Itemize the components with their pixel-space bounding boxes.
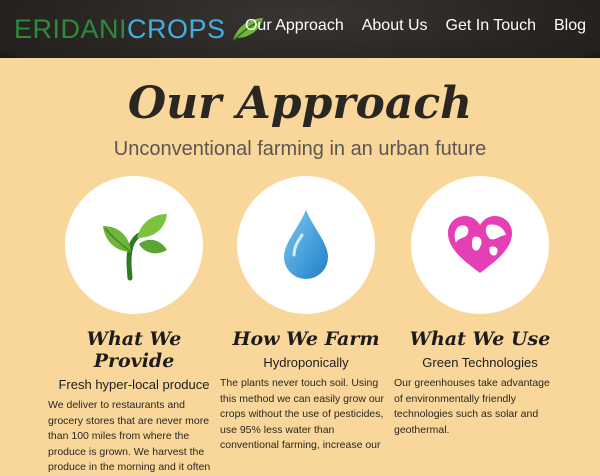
icon-circle — [65, 176, 203, 314]
feature-what-we-use: What We Use Green Technologies Our green… — [394, 176, 566, 438]
feature-subheading: Green Technologies — [422, 355, 538, 370]
feature-how-we-farm: How We Farm Hydroponically The plants ne… — [220, 176, 392, 454]
feature-heading: How We Farm — [232, 328, 380, 350]
feature-text: We deliver to restaurants and grocery st… — [48, 399, 211, 473]
page-subtitle: Unconventional farming in an urban futur… — [113, 138, 487, 160]
main-nav: Our Approach About Us Get In Touch Blog — [245, 17, 586, 35]
logo-text-eridani: ERIDANI — [14, 13, 128, 44]
page-title: Our Approach — [127, 78, 473, 129]
feature-text: Our greenhouses take advantage of enviro… — [394, 377, 550, 436]
feature-what-we-provide: What We Provide Fresh hyper-local produc… — [48, 176, 220, 476]
site-logo[interactable]: ERIDANI CROPS — [14, 14, 264, 44]
site-header: ERIDANI CROPS Our Approach About Us Get … — [0, 0, 600, 58]
globe-heart-icon — [448, 216, 512, 273]
feature-subheading: Hydroponically — [263, 355, 349, 370]
nav-our-approach[interactable]: Our Approach — [245, 17, 344, 35]
feature-heading: What We Use — [409, 328, 551, 350]
icon-circle — [411, 176, 549, 314]
nav-about-us[interactable]: About Us — [362, 17, 428, 35]
nav-get-in-touch[interactable]: Get In Touch — [446, 17, 536, 35]
feature-subheading: Fresh hyper-local produce — [58, 377, 210, 392]
feature-heading: What We Provide — [86, 328, 182, 372]
sprout-icon — [103, 214, 167, 281]
water-drop-icon — [284, 210, 328, 279]
nav-blog[interactable]: Blog — [554, 17, 586, 35]
feature-text: The plants never touch soil. Using this … — [220, 377, 384, 451]
icon-circle — [237, 176, 375, 314]
logo-text-crops: CROPS — [127, 13, 226, 44]
